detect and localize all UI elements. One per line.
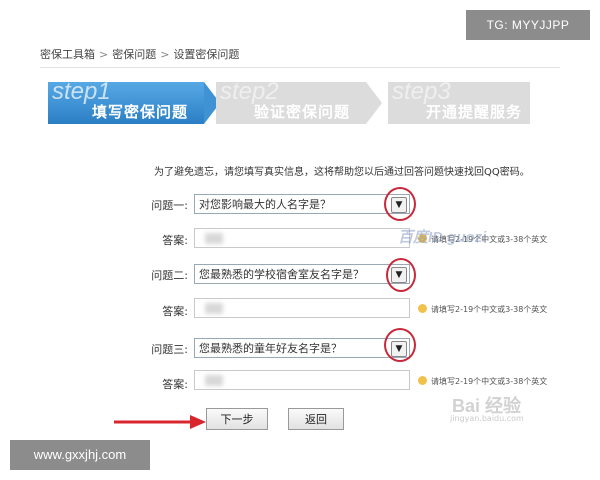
hint-text: 请填写2-19个中文或3-38个英文: [431, 377, 548, 386]
next-button[interactable]: 下一步: [206, 408, 268, 430]
step-3: step3 开通提醒服务: [388, 78, 530, 124]
answer-2-label: 答案:: [162, 305, 188, 318]
question-1-select[interactable]: 对您影响最大的人名字是？ ▼: [194, 194, 410, 214]
question-3-select[interactable]: 您最熟悉的童年好友名字是？ ▼: [194, 338, 410, 358]
blurred-text: [205, 233, 223, 244]
question-1-label: 问题一:: [151, 199, 188, 212]
question-2-label: 问题二:: [151, 269, 188, 282]
breadcrumb: 密保工具箱 > 密保问题 > 设置密保问题: [40, 46, 239, 62]
question-2-value: 您最熟悉的学校宿舍室友名字是？: [199, 268, 364, 281]
question-3-label: 问题三:: [151, 343, 188, 356]
highlight-circle: [384, 187, 416, 221]
smile-icon: [418, 304, 427, 313]
answer-2-hint: 请填写2-19个中文或3-38个英文: [418, 304, 547, 315]
question-1-value: 对您影响最大的人名字是？: [199, 198, 331, 211]
smile-icon: [418, 376, 427, 385]
answer-3-hint: 请填写2-19个中文或3-38个英文: [418, 376, 547, 387]
question-3-value: 您最熟悉的童年好友名字是？: [199, 342, 342, 355]
breadcrumb-item-current: 设置密保问题: [173, 48, 240, 61]
blurred-text: [205, 375, 223, 386]
answer-1-label: 答案:: [162, 234, 188, 247]
question-2-select[interactable]: 您最熟悉的学校宿舍室友名字是？ ▼: [194, 264, 410, 284]
blurred-text: [205, 303, 223, 314]
step-1: step1 填写密保问题: [48, 78, 220, 124]
answer-3-input[interactable]: [194, 370, 410, 390]
step-arrow: [366, 82, 382, 124]
breadcrumb-separator: >: [99, 48, 109, 61]
answer-2-input[interactable]: [194, 298, 410, 318]
baidu-watermark-url: jingyan.baidu.com: [450, 414, 524, 423]
watermark: 百度ID guozi: [398, 229, 487, 246]
step-2: step2 验证密保问题: [216, 78, 382, 124]
highlight-circle: [386, 258, 416, 292]
intro-text: 为了避免遗忘，请您填写真实信息，这将帮助您以后通过回答问题快速找回QQ密码。: [154, 167, 530, 178]
red-arrow-icon: [114, 415, 206, 429]
step-label: 验证密保问题: [253, 103, 350, 121]
site-badge: www.gxxjhj.com: [10, 440, 150, 470]
breadcrumb-item[interactable]: 密保问题: [112, 48, 156, 61]
step-label: 填写密保问题: [91, 103, 188, 121]
tg-badge: TG: MYYJJPP: [466, 10, 590, 40]
back-button[interactable]: 返回: [288, 408, 344, 430]
hint-text: 请填写2-19个中文或3-38个英文: [431, 305, 548, 314]
highlight-circle: [384, 328, 416, 362]
breadcrumb-separator: >: [160, 48, 170, 61]
breadcrumb-item[interactable]: 密保工具箱: [40, 48, 95, 61]
answer-1-input[interactable]: [194, 228, 410, 248]
answer-3-label: 答案:: [162, 378, 188, 391]
divider: [40, 67, 560, 68]
step-label: 开通提醒服务: [425, 103, 522, 121]
